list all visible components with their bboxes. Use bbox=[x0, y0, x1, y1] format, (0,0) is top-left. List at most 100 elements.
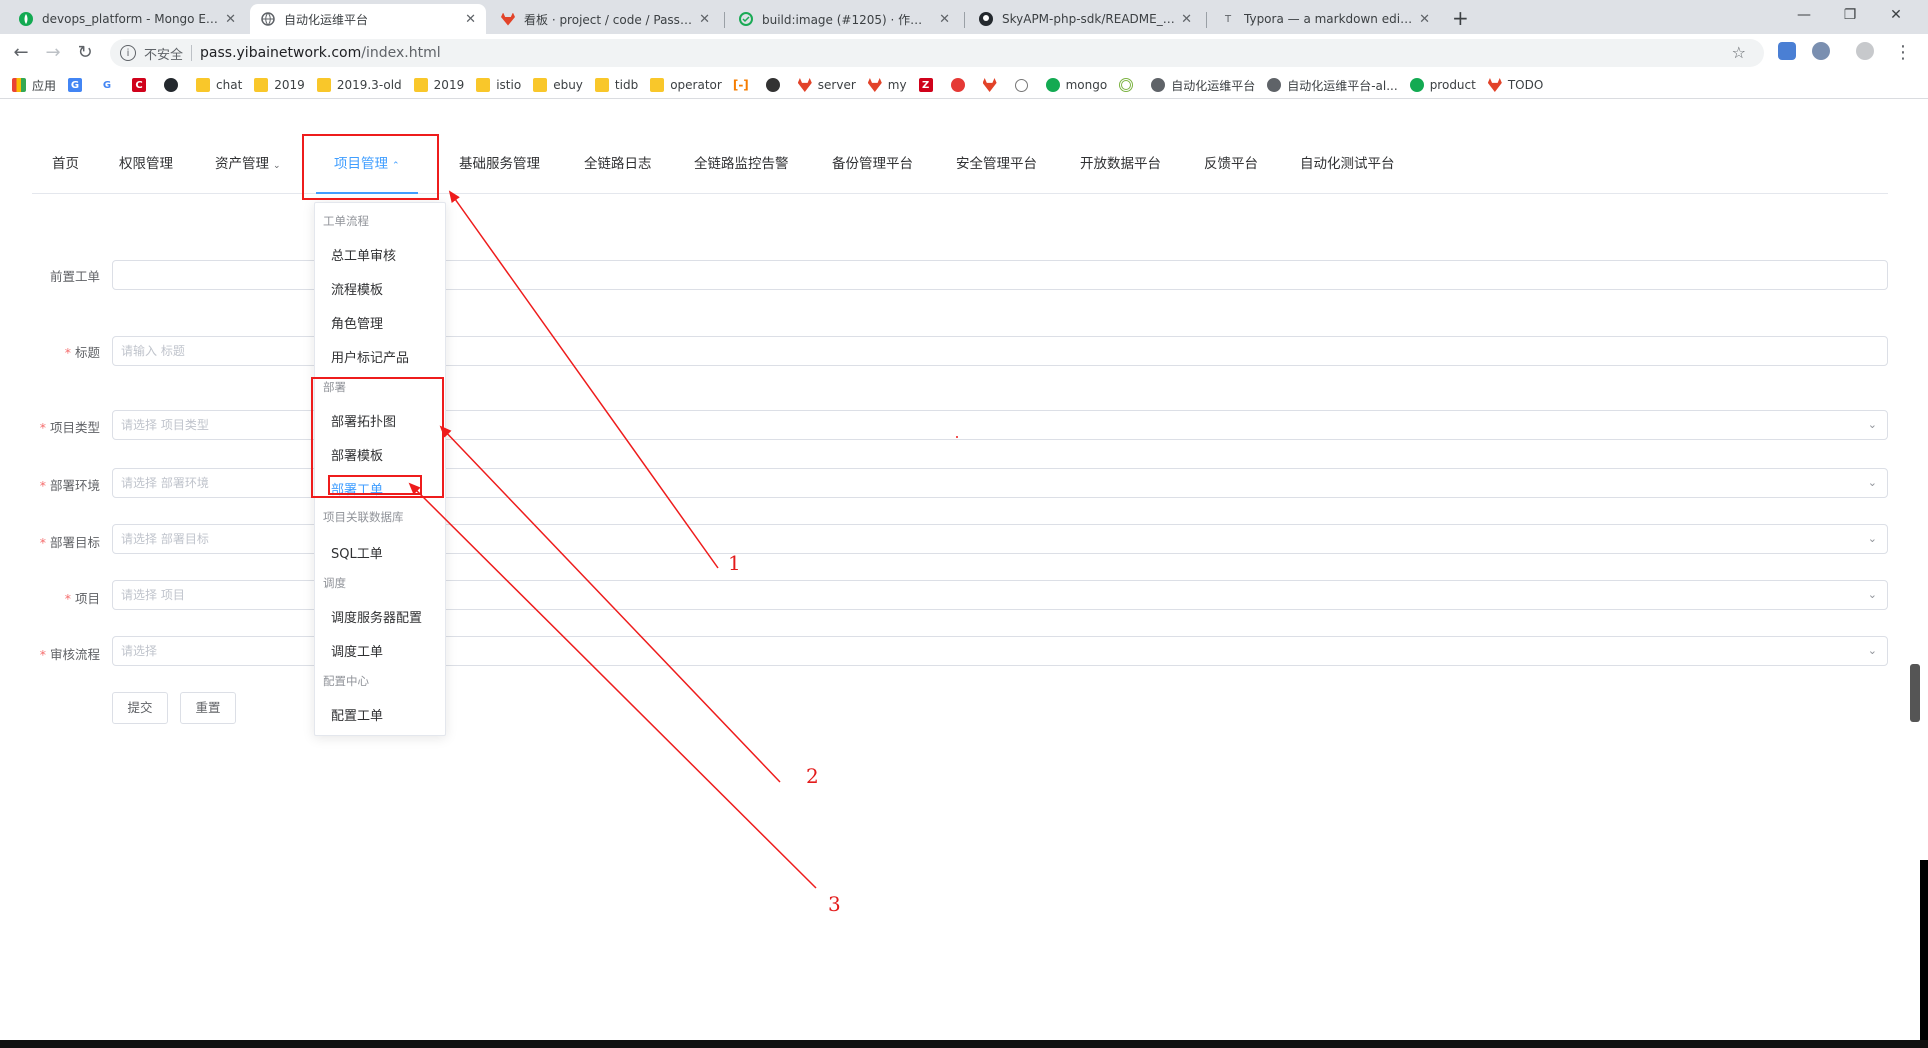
submit-button[interactable]: 提交 bbox=[112, 692, 168, 724]
menu-item-flow-template[interactable]: 流程模板 bbox=[331, 279, 383, 298]
menu-item-sql-order[interactable]: SQL工单 bbox=[331, 543, 383, 562]
bookmark-folder[interactable]: chat bbox=[196, 78, 242, 92]
bookmark-product[interactable]: product bbox=[1409, 78, 1476, 92]
menu-item-user-tag-product[interactable]: 用户标记产品 bbox=[331, 347, 409, 366]
bookmark-ring[interactable] bbox=[1119, 78, 1139, 92]
bookmark-folder[interactable]: 2019 bbox=[413, 78, 464, 92]
nav-item-backup[interactable]: 备份管理平台 bbox=[832, 125, 913, 193]
gitlab-fox-icon bbox=[982, 78, 997, 92]
bookmark-folder[interactable]: ebuy bbox=[533, 78, 583, 92]
bookmark-c[interactable]: C bbox=[132, 78, 152, 92]
bookmark-label: 自动化运维平台-al... bbox=[1287, 78, 1398, 93]
nav-label: 全链路日志 bbox=[584, 156, 652, 172]
bookmark-folder[interactable]: operator bbox=[650, 78, 722, 92]
close-icon[interactable]: ✕ bbox=[939, 12, 950, 27]
bookmark-grey[interactable] bbox=[1014, 78, 1034, 92]
nav-item-auto-test[interactable]: 自动化测试平台 bbox=[1300, 125, 1395, 193]
bookmark-folder[interactable]: tidb bbox=[594, 78, 638, 92]
field-label-text: 前置工单 bbox=[49, 269, 100, 284]
folder-icon bbox=[476, 78, 491, 92]
back-arrow-icon[interactable]: ← bbox=[10, 42, 32, 63]
nav-item-trace-logs[interactable]: 全链路日志 bbox=[584, 125, 652, 193]
nav-item-security[interactable]: 安全管理平台 bbox=[956, 125, 1037, 193]
restore-button[interactable]: ❐ bbox=[1830, 2, 1870, 28]
browser-tab[interactable]: build:image (#1205) · 作业 · pr ✕ bbox=[728, 4, 960, 34]
nav-label: 安全管理平台 bbox=[956, 156, 1037, 172]
mongo-leaf-icon bbox=[18, 11, 34, 27]
address-bar[interactable]: i 不安全 pass.yibainetwork.com /index.html … bbox=[110, 39, 1764, 67]
profile-avatar-icon[interactable] bbox=[1856, 42, 1874, 60]
bookmark-dark[interactable] bbox=[765, 78, 786, 92]
minimize-button[interactable]: — bbox=[1784, 2, 1824, 28]
browser-tab[interactable]: devops_platform - Mongo Exp ✕ bbox=[8, 4, 246, 34]
browser-tab-active[interactable]: 自动化运维平台 ✕ bbox=[250, 4, 486, 34]
bookmark-server[interactable]: server bbox=[797, 78, 856, 92]
bookmark-github[interactable] bbox=[164, 78, 184, 92]
bookmark-bracket[interactable]: [-] bbox=[733, 78, 754, 92]
window-close-button[interactable]: ✕ bbox=[1876, 2, 1916, 28]
tab-title: SkyAPM-php-sdk/README_Zh bbox=[1002, 12, 1176, 26]
menu-item-config-order[interactable]: 配置工单 bbox=[331, 705, 383, 724]
translate-extension-icon[interactable] bbox=[1778, 42, 1796, 60]
translate-icon: G bbox=[68, 78, 83, 92]
os-taskbar bbox=[0, 1040, 1928, 1048]
bookmark-ops[interactable]: 自动化运维平台 bbox=[1151, 77, 1255, 94]
bookmark-apps[interactable]: 应用 bbox=[12, 77, 56, 94]
close-icon[interactable]: ✕ bbox=[225, 12, 236, 27]
browser-tab[interactable]: T Typora — a markdown editor, ✕ bbox=[1210, 4, 1440, 34]
bookmark-translate[interactable]: G bbox=[68, 78, 88, 92]
info-icon[interactable]: i bbox=[120, 45, 136, 61]
bookmark-mongo[interactable]: mongo bbox=[1045, 78, 1107, 92]
nav-item-open-data[interactable]: 开放数据平台 bbox=[1080, 125, 1161, 193]
tab-title: Typora — a markdown editor, bbox=[1244, 12, 1414, 26]
forward-arrow-icon[interactable]: → bbox=[42, 42, 64, 63]
menu-item-order-review[interactable]: 总工单审核 bbox=[331, 245, 396, 264]
close-icon[interactable]: ✕ bbox=[1419, 12, 1430, 27]
nav-item-base-services[interactable]: 基础服务管理 bbox=[459, 125, 540, 193]
typora-icon: T bbox=[1224, 13, 1232, 25]
nav-item-trace-alerts[interactable]: 全链路监控告警 bbox=[694, 125, 789, 193]
bookmark-label: 应用 bbox=[32, 78, 57, 93]
bookmark-my[interactable]: my bbox=[867, 78, 907, 92]
scrollbar-thumb[interactable] bbox=[1910, 664, 1920, 722]
bookmark-label: operator bbox=[670, 78, 722, 92]
menu-item-schedule-order[interactable]: 调度工单 bbox=[331, 641, 383, 660]
reload-icon[interactable]: ↻ bbox=[74, 42, 96, 63]
red-round-icon bbox=[950, 78, 965, 92]
bookmark-fox[interactable] bbox=[982, 78, 1003, 92]
close-icon[interactable]: ✕ bbox=[465, 12, 476, 27]
bookmark-todo[interactable]: TODO bbox=[1487, 78, 1543, 92]
bookmark-red[interactable] bbox=[950, 78, 971, 92]
placeholder-text: 请选择 项目类型 bbox=[121, 418, 209, 432]
menu-item-role-management[interactable]: 角色管理 bbox=[331, 313, 383, 332]
browser-tab[interactable]: 看板 · project / code / Pass / d ✕ bbox=[490, 4, 720, 34]
tab-separator bbox=[964, 12, 965, 28]
address-toolbar: ← → ↻ i 不安全 pass.yibainetwork.com /index… bbox=[0, 34, 1928, 72]
bookmark-z[interactable]: Z bbox=[918, 78, 939, 92]
reset-button[interactable]: 重置 bbox=[180, 692, 236, 724]
nav-item-feedback[interactable]: 反馈平台 bbox=[1204, 125, 1258, 193]
nav-item-home[interactable]: 首页 bbox=[52, 125, 79, 193]
github-icon bbox=[978, 11, 994, 27]
bookmark-folder[interactable]: istio bbox=[476, 78, 521, 92]
new-tab-button[interactable]: + bbox=[1452, 6, 1469, 30]
globe-icon bbox=[1151, 78, 1166, 92]
bookmark-folder[interactable]: 2019 bbox=[254, 78, 305, 92]
menu-item-scheduler-config[interactable]: 调度服务器配置 bbox=[331, 607, 422, 626]
nav-label: 开放数据平台 bbox=[1080, 156, 1161, 172]
nav-item-permissions[interactable]: 权限管理 bbox=[119, 125, 173, 193]
nav-item-assets[interactable]: 资产管理 ⌄ bbox=[215, 125, 281, 193]
extension-icon[interactable] bbox=[1812, 42, 1830, 60]
close-icon[interactable]: ✕ bbox=[1181, 12, 1192, 27]
bookmark-label: ebuy bbox=[553, 78, 583, 92]
bookmark-folder[interactable]: 2019.3-old bbox=[316, 78, 402, 92]
bookmark-star-icon[interactable]: ☆ bbox=[1732, 43, 1746, 62]
close-icon[interactable]: ✕ bbox=[699, 12, 710, 27]
menu-dots-icon[interactable]: ⋮ bbox=[1892, 42, 1914, 63]
menu-group-title: 工单流程 bbox=[323, 214, 369, 228]
bookmark-google[interactable]: G bbox=[100, 78, 120, 92]
browser-tab[interactable]: SkyAPM-php-sdk/README_Zh ✕ bbox=[968, 4, 1202, 34]
bookmark-ops-al[interactable]: 自动化运维平台-al... bbox=[1267, 77, 1398, 94]
nav-label: 资产管理 bbox=[215, 156, 269, 172]
chevron-down-icon: ⌄ bbox=[1867, 588, 1877, 601]
